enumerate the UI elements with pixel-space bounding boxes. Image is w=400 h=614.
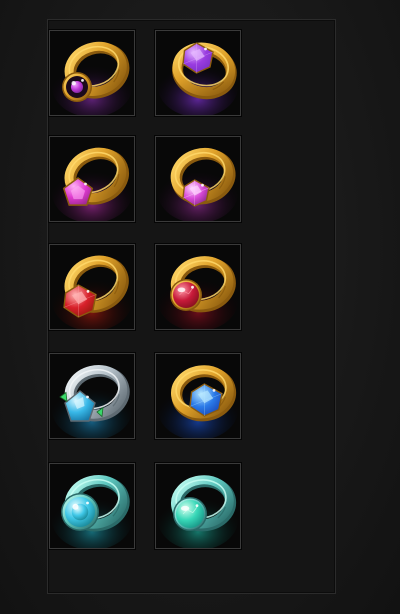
gold-ring-magenta-pentagon-gem-icon bbox=[50, 137, 134, 221]
gold-ring-dark-purple-gem-icon bbox=[50, 31, 134, 115]
ring-gem bbox=[170, 279, 202, 311]
inventory-slot-5[interactable] bbox=[48, 243, 136, 331]
silver-ring-blue-diamond-icon bbox=[50, 354, 134, 438]
inventory-slot-3[interactable] bbox=[48, 135, 136, 223]
gold-ring-purple-crystal-icon bbox=[156, 31, 240, 115]
inventory-screen bbox=[0, 0, 400, 614]
inventory-slot-10[interactable] bbox=[154, 462, 242, 550]
inventory-slot-4[interactable] bbox=[154, 135, 242, 223]
ring-gem bbox=[61, 493, 99, 531]
gold-ring-pink-gem-icon bbox=[156, 137, 240, 221]
teal-ring-cyan-gem-icon bbox=[50, 464, 134, 548]
inventory-slot-8[interactable] bbox=[154, 352, 242, 440]
gold-ring-red-orb-icon bbox=[156, 245, 240, 329]
inventory-slot-7[interactable] bbox=[48, 352, 136, 440]
inventory-slot-9[interactable] bbox=[48, 462, 136, 550]
teal-ring-green-orb-icon bbox=[156, 464, 240, 548]
gold-ring-red-crystal-icon bbox=[50, 245, 134, 329]
ring-gem bbox=[173, 497, 207, 531]
inventory-slot-6[interactable] bbox=[154, 243, 242, 331]
ring-gem bbox=[62, 72, 92, 102]
inventory-slot-2[interactable] bbox=[154, 29, 242, 117]
inventory-slot-1[interactable] bbox=[48, 29, 136, 117]
gold-ring-blue-crystal-icon bbox=[156, 354, 240, 438]
